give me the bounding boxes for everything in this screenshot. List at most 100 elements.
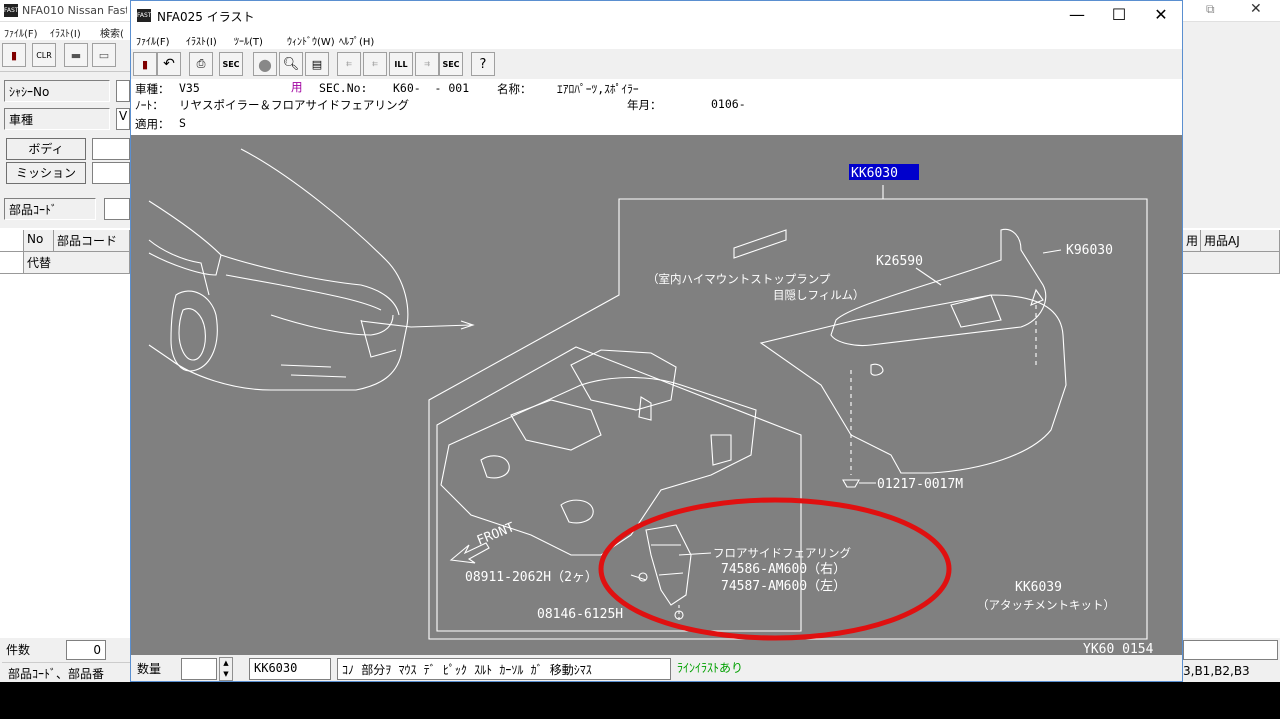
car-rear-drawing	[148, 148, 475, 391]
part-code-input[interactable]	[104, 198, 130, 220]
parts-illustration[interactable]: FRONT KK6030 K26590 K96030 （室内ハイマウントストップ…	[131, 135, 1182, 655]
sheet-id-label: YK60 0154	[1083, 642, 1154, 655]
book-icon: ▤	[311, 57, 323, 71]
mission-input[interactable]	[92, 162, 130, 184]
window-title: NFA025 イラスト	[157, 10, 255, 24]
circle-icon: ●	[258, 54, 272, 74]
grid-col-part-code[interactable]: 部品コード	[54, 230, 130, 252]
count-label: 件数	[2, 640, 62, 660]
next-sec-button[interactable]: ⇉	[415, 52, 439, 76]
folder-icon: ▭	[98, 48, 110, 62]
help-icon: ?	[479, 56, 487, 72]
status-message: ｺﾉ 部分ｦ ﾏｳｽ ﾃﾞ ﾋﾟｯｸ ｽﾙﾄ ｶｰｿﾙ ｶﾞ 移動ｼﾏｽ	[337, 658, 671, 680]
illustration-info-panel: 車種： V35 用 SEC.No: K60- - 001 名称： ｴｱﾛﾊﾟｰﾂ…	[131, 79, 1182, 135]
close-button[interactable]: ✕	[1141, 5, 1181, 24]
grid-col-right-2	[1183, 252, 1280, 274]
desktop: FAST NFA010 Nissan Fast fo ⧉ ✕ ﾌｧｲﾙ(F) ｲ…	[0, 0, 1280, 682]
parts-grid-body[interactable]	[0, 276, 130, 638]
part-label-bolt2[interactable]: 08146-6125H	[537, 607, 623, 622]
prev-sec-button[interactable]: ⇇	[337, 52, 361, 76]
part-label-k26590[interactable]: K26590	[876, 254, 923, 269]
menu-file[interactable]: ﾌｧｲﾙ(F)	[136, 33, 170, 48]
film-label-line2[interactable]: 目隠しフィルム）	[773, 288, 865, 302]
print-button[interactable]: ⎙	[189, 52, 213, 76]
prev-ill-icon: ⇇	[372, 60, 378, 68]
qty-input[interactable]	[181, 658, 217, 680]
chassis-input[interactable]	[116, 80, 130, 102]
model-value: V35	[179, 81, 200, 95]
fast-app-icon: FAST	[137, 9, 151, 22]
mission-button[interactable]: ミッション	[6, 162, 86, 184]
film-strip-drawing	[733, 229, 787, 259]
grid-col-substitute[interactable]: 代替	[24, 252, 130, 274]
chassis-label: ｼｬｼｰNo	[4, 80, 110, 102]
part-label-fairing-right[interactable]: 74586-AM600（右）	[721, 562, 846, 577]
fast-app-icon: FAST	[4, 4, 18, 17]
grid-col-use[interactable]: 用	[1183, 230, 1201, 252]
leader-k96030	[1042, 249, 1062, 254]
close-icon[interactable]: ✕	[1250, 1, 1262, 17]
menu-tools[interactable]: ﾂｰﾙ(T)	[234, 33, 263, 48]
bg-menu-illust[interactable]: ｲﾗｽﾄ(I)	[50, 25, 81, 40]
zoom-button[interactable]: 🔍︎	[279, 52, 303, 76]
help-button[interactable]: ?	[471, 52, 495, 76]
part-label-k96030[interactable]: K96030	[1066, 243, 1113, 258]
status-bar: 数量 ▲ ▼ KK6030 ｺﾉ 部分ｦ ﾏｳｽ ﾃﾞ ﾋﾟｯｸ ｽﾙﾄ ｶｰｿﾙ…	[131, 655, 1182, 681]
save-button[interactable]: ▬	[64, 43, 88, 67]
next-ill-button[interactable]: ILL	[389, 52, 413, 76]
bg-status-left: 件数 0 部品ｺｰﾄﾞ、部品番	[0, 638, 130, 682]
bg-hint-text: 部品ｺｰﾄﾞ、部品番	[2, 662, 130, 682]
sec-help-button[interactable]: SEC	[439, 52, 463, 76]
prev-sec-icon: ⇇	[346, 60, 352, 68]
bg-status-right: 3,B1,B2,B3	[1183, 638, 1280, 682]
body-button[interactable]: ボディ	[6, 138, 86, 160]
illustration-canvas[interactable]: FRONT KK6030 K26590 K96030 （室内ハイマウントストップ…	[131, 135, 1182, 655]
bg-menubar: ﾌｧｲﾙ(F) ｲﾗｽﾄ(I) 検索(	[0, 22, 130, 40]
stepper-up-icon[interactable]: ▲	[223, 659, 228, 667]
grid-corner	[0, 230, 24, 252]
menu-illust[interactable]: ｲﾗｽﾄ(I)	[186, 33, 217, 48]
undo-button[interactable]: ↶	[157, 52, 181, 76]
grid-col-no[interactable]: No	[24, 230, 54, 252]
prev-ill-button[interactable]: ⇇	[363, 52, 387, 76]
part-label-fairing-left[interactable]: 74587-AM600（左）	[721, 579, 846, 594]
bg-menu-search[interactable]: 検索(	[100, 25, 124, 40]
window-titlebar[interactable]: FAST NFA025 イラスト — ☐ ✕	[131, 1, 1182, 31]
stepper-down-icon[interactable]: ▼	[223, 670, 228, 678]
qty-stepper[interactable]: ▲ ▼	[219, 657, 233, 681]
body-input[interactable]	[92, 138, 130, 160]
menu-help[interactable]: ﾍﾙﾌﾟ(H)	[339, 33, 374, 48]
apply-label: 適用：	[135, 117, 170, 131]
minimize-button[interactable]: —	[1057, 5, 1097, 24]
eraser-icon: CLR	[36, 50, 52, 60]
fairing-name-label[interactable]: フロアサイドフェアリング	[713, 546, 851, 560]
undo-icon: ↶	[163, 56, 175, 72]
sec-label: SEC.No:	[319, 81, 368, 95]
model-input[interactable]: V	[116, 108, 130, 130]
sec-button[interactable]: SEC	[219, 52, 243, 76]
save-icon: ▬	[70, 48, 82, 62]
part-label-clip[interactable]: 01217-0017M	[877, 477, 963, 492]
kit2-name-label[interactable]: （アタッチメントキット）	[977, 598, 1115, 612]
maximize-button[interactable]: ☐	[1099, 5, 1139, 24]
bg-right-input	[1183, 640, 1278, 660]
grid-col-accessory-aj[interactable]: 用品AJ	[1201, 230, 1280, 252]
restore-icon[interactable]: ⧉	[1206, 2, 1215, 17]
front-label: FRONT	[475, 520, 517, 549]
catalog-button[interactable]: ▮	[133, 52, 157, 76]
printer-icon: ⎙	[196, 57, 206, 70]
toolbar: ▮ ↶ ⎙ SEC ● 🔍︎ ▤ ⇇ ⇇ ILL ⇉ SEC ?	[131, 49, 1182, 79]
kit-code-highlight[interactable]: KK6030	[851, 166, 898, 181]
leader-fairing	[678, 552, 712, 556]
kit2-code-label[interactable]: KK6039	[1015, 580, 1062, 595]
menu-window[interactable]: ｳｨﾝﾄﾞｳ(W)	[287, 33, 335, 48]
film-label-line1[interactable]: （室内ハイマウントストップランプ	[647, 272, 831, 286]
qty-label: 数量	[137, 662, 162, 676]
bg-menu-file[interactable]: ﾌｧｲﾙ(F)	[4, 25, 38, 40]
clear-button[interactable]: CLR	[32, 43, 56, 67]
parts-catalog-button[interactable]: ▮	[2, 43, 26, 67]
part-label-bolt1[interactable]: 08911-2062H（2ヶ）	[465, 570, 598, 585]
circle-button[interactable]: ●	[253, 52, 277, 76]
open-button[interactable]: ▭	[92, 43, 116, 67]
book-button[interactable]: ▤	[305, 52, 329, 76]
